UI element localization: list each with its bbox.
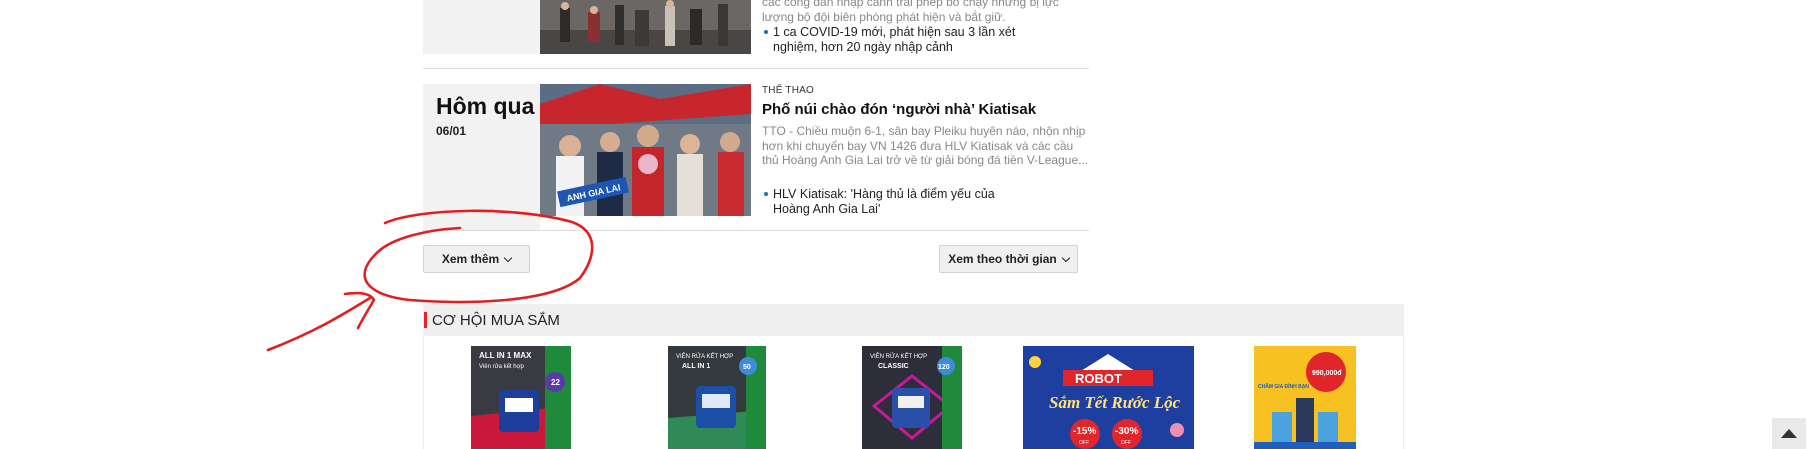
- product-card-3[interactable]: VIÊN RỬA KẾT HỢP CLASSIC 120: [862, 346, 962, 449]
- day-date: 06/01: [436, 124, 467, 138]
- product-3-badge: 120: [938, 364, 950, 371]
- dish-tablet-classic-image: VIÊN RỬA KẾT HỢP CLASSIC 120: [862, 346, 962, 449]
- product-5-note: CHĂM GIA ĐÌNH BẠN: [1258, 382, 1309, 390]
- discount-2: -30%: [1115, 426, 1138, 437]
- article-thumbnail[interactable]: ANH GIA LAI: [540, 84, 751, 216]
- view-by-time-button[interactable]: Xem theo thời gian: [939, 245, 1078, 273]
- robot-tet-promo-image: ROBOT Sắm Tết Rước Lộc -15% -30% OFF OFF: [1023, 346, 1194, 449]
- article-sapo-prev: các công dân nhập cảnh trái phép bỏ chạy…: [762, 0, 1059, 24]
- fans-welcome-photo-image: ANH GIA LAI: [540, 84, 751, 216]
- robot-brand-text: ROBOT: [1075, 371, 1122, 386]
- article-sapo: TTO - Chiều muộn 6-1, sân bay Pleiku huy…: [762, 124, 1089, 167]
- annotation-circle: [363, 209, 594, 304]
- discount-2-off: OFF: [1121, 440, 1131, 446]
- shopping-header: CƠ HỘI MUA SẮM: [423, 304, 1404, 336]
- product-card-4[interactable]: ROBOT Sắm Tết Rước Lộc -15% -30% OFF OFF: [1023, 346, 1194, 449]
- bullet-dot-icon: [764, 192, 768, 196]
- water-purifier-promo-image: 990,000đ CHĂM GIA ĐÌNH BẠN: [1254, 346, 1356, 449]
- day-label: Hôm qua: [436, 93, 535, 119]
- related-link-prev[interactable]: 1 ca COVID-19 mới, phát hiện sau 3 lần x…: [764, 25, 1063, 55]
- product-5-price: 990,000đ: [1312, 370, 1342, 377]
- product-2-line1: VIÊN RỬA KẾT HỢP: [676, 352, 733, 360]
- view-by-time-label: Xem theo thời gian: [948, 252, 1057, 266]
- product-3-line1: VIÊN RỬA KẾT HỢP: [870, 352, 927, 360]
- product-1-line1: ALL IN 1 MAX: [479, 351, 532, 360]
- article-thumbnail-prev[interactable]: [540, 0, 751, 54]
- crowd-photo-image: [540, 0, 751, 54]
- chevron-down-icon: [1061, 253, 1071, 262]
- scroll-to-top-button[interactable]: [1772, 418, 1806, 449]
- product-1-line2: Viên rửa kết hợp: [479, 363, 525, 370]
- category-label[interactable]: THỂ THAO: [762, 85, 814, 96]
- dish-tablet-all-in-1-image: VIÊN RỬA KẾT HỢP ALL IN 1 50: [668, 346, 766, 449]
- product-card-2[interactable]: VIÊN RỬA KẾT HỢP ALL IN 1 50: [668, 346, 766, 449]
- related-link[interactable]: HLV Kiatisak: 'Hàng thủ là điểm yếu của …: [764, 187, 1023, 217]
- product-1-badge: 22: [551, 378, 560, 387]
- article-title[interactable]: Phố núi chào đón ‘người nhà’ Kiatisak: [762, 101, 1036, 118]
- product-card-1[interactable]: ALL IN 1 MAX Viên rửa kết hợp 22: [471, 346, 571, 449]
- product-3-line2: CLASSIC: [878, 363, 909, 370]
- discount-1: -15%: [1073, 426, 1096, 437]
- robot-tagline: Sắm Tết Rước Lộc: [1049, 393, 1181, 412]
- discount-1-off: OFF: [1079, 440, 1089, 446]
- caret-up-icon: [1781, 429, 1797, 438]
- section-accent-bar: [424, 312, 427, 328]
- bullet-dot-icon: [764, 30, 768, 34]
- divider: [423, 68, 1089, 69]
- dish-tablet-max-image: ALL IN 1 MAX Viên rửa kết hợp 22: [471, 346, 571, 449]
- product-2-badge: 50: [743, 364, 751, 371]
- product-card-5[interactable]: 990,000đ CHĂM GIA ĐÌNH BẠN: [1254, 346, 1356, 449]
- date-column-prev: [423, 0, 540, 54]
- annotation-arrow: [266, 291, 376, 352]
- section-title[interactable]: CƠ HỘI MUA SẮM: [432, 312, 560, 329]
- product-2-line2: ALL IN 1: [682, 363, 710, 370]
